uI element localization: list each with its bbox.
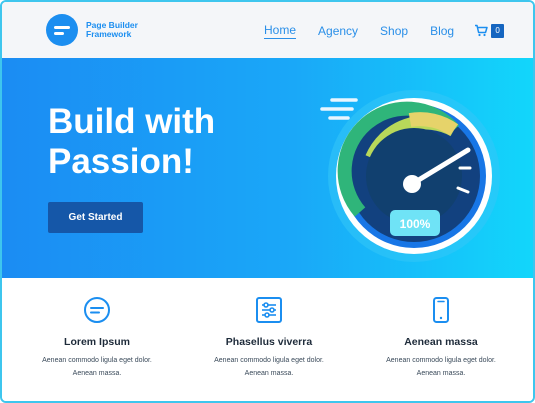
get-started-button[interactable]: Get Started (48, 202, 143, 233)
logo-icon (46, 14, 78, 46)
feature-text: Aenean commodo ligula eget dolor. Aenean… (42, 357, 152, 377)
site-logo[interactable]: Page Builder Framework (46, 14, 156, 46)
feature-text: Aenean commodo ligula eget dolor. Aenean… (214, 357, 324, 377)
speedometer-illustration: 100% (320, 90, 500, 262)
feature-card: Phasellus viverra Aenean commodo ligula … (194, 296, 344, 380)
gauge-value: 100% (400, 217, 431, 231)
cart-count-badge: 0 (491, 23, 505, 38)
feature-card: Aenean massa Aenean commodo ligula eget … (366, 296, 516, 380)
nav-home[interactable]: Home (264, 22, 297, 39)
nav-agency[interactable]: Agency (318, 23, 358, 39)
speed-lines-icon (320, 98, 358, 120)
brand-name: Page Builder Framework (86, 20, 138, 39)
feature-text: Aenean commodo ligula eget dolor. Aenean… (386, 357, 496, 377)
main-nav: Home Agency Shop Blog 0 (264, 22, 505, 39)
cart-icon (475, 24, 488, 37)
cart-button[interactable]: 0 (474, 23, 505, 38)
nav-blog[interactable]: Blog (430, 23, 454, 39)
page-frame: Page Builder Framework Home Agency Shop … (0, 0, 535, 403)
hero-title: Build with Passion! (48, 102, 216, 181)
hero-section: Build with Passion! Get Started 100% (2, 58, 533, 278)
mobile-icon (433, 297, 449, 323)
feature-title: Aenean massa (404, 336, 478, 348)
feature-title: Phasellus viverra (225, 336, 313, 348)
sliders-icon (256, 297, 282, 323)
bars-circle-icon (84, 297, 110, 323)
nav-shop[interactable]: Shop (380, 23, 408, 39)
feature-card: Lorem Ipsum Aenean commodo ligula eget d… (22, 296, 172, 380)
site-header: Page Builder Framework Home Agency Shop … (2, 2, 533, 58)
feature-title: Lorem Ipsum (64, 336, 130, 348)
features-section: Lorem Ipsum Aenean commodo ligula eget d… (2, 278, 533, 401)
